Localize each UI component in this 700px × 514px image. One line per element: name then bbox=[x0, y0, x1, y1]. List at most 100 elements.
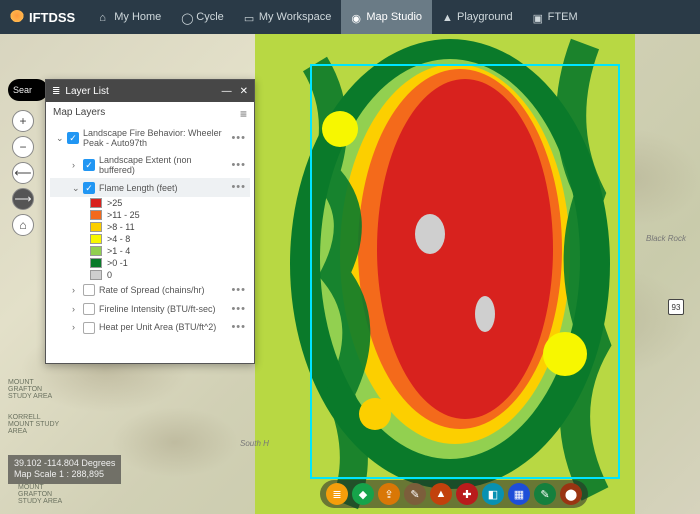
legend-swatch bbox=[90, 222, 102, 232]
search-placeholder: Sear bbox=[13, 85, 32, 95]
map-label-peak: South H bbox=[240, 439, 269, 448]
layer-ros-checkbox[interactable] bbox=[83, 284, 95, 296]
search-input[interactable]: Sear bbox=[8, 79, 48, 101]
nav-label: Cycle bbox=[196, 11, 224, 23]
coord-scale: Map Scale 1 : 288,895 bbox=[14, 469, 115, 481]
layer-list-panel: ≣ Layer List — ✕ Map Layers ≡ ⌄ ✓ Landsc… bbox=[45, 79, 255, 364]
prev-extent-button[interactable]: ⟵ bbox=[12, 162, 34, 184]
legend-row: >11 - 25 bbox=[90, 209, 250, 221]
coord-degrees: 39.102 -114.804 Degrees bbox=[14, 458, 115, 470]
legend-row: >8 - 11 bbox=[90, 221, 250, 233]
caret-down-icon[interactable]: ⌄ bbox=[56, 133, 63, 143]
map-label-area3: MOUNT GRAFTON STUDY AREA bbox=[18, 484, 73, 505]
dock-legend-button[interactable]: ◆ bbox=[352, 483, 374, 505]
legend-swatch bbox=[90, 234, 102, 244]
layer-fireline-intensity[interactable]: › Fireline Intensity (BTU/ft-sec) ••• bbox=[50, 300, 250, 319]
legend-swatch bbox=[90, 258, 102, 268]
globe-icon: ◉ bbox=[351, 12, 362, 23]
layers-icon: ≣ bbox=[52, 86, 60, 97]
layer-flame-label: Flame Length (feet) bbox=[99, 183, 225, 193]
fire-behavior-overlay bbox=[255, 34, 635, 514]
nav-label: My Home bbox=[114, 11, 161, 23]
layer-heat-per-unit-area[interactable]: › Heat per Unit Area (BTU/ft^2) ••• bbox=[50, 318, 250, 337]
dock-basemap-button[interactable]: ▦ bbox=[508, 483, 530, 505]
legend-swatch bbox=[90, 210, 102, 220]
map-label-rock: Black Rock bbox=[646, 234, 686, 243]
zoom-in-button[interactable]: + bbox=[12, 110, 34, 132]
dock-simulation-button[interactable]: ▲ bbox=[430, 483, 452, 505]
layer-extent-label: Landscape Extent (non buffered) bbox=[99, 155, 225, 176]
layer-hpa-label: Heat per Unit Area (BTU/ft^2) bbox=[99, 322, 225, 332]
layer-options-icon[interactable]: ≡ bbox=[240, 107, 247, 121]
nav-cycle[interactable]: ◯ Cycle bbox=[171, 0, 234, 34]
layer-list-header[interactable]: ≣ Layer List — ✕ bbox=[46, 80, 254, 102]
nav-label: Playground bbox=[457, 11, 513, 23]
nav-label: FTEM bbox=[548, 11, 578, 23]
brand-icon bbox=[10, 10, 24, 24]
ftem-icon: ▣ bbox=[533, 12, 544, 23]
legend-row: 0 bbox=[90, 269, 250, 281]
dock-upload-button[interactable]: ⇪ bbox=[378, 483, 400, 505]
legend-swatch bbox=[90, 198, 102, 208]
nav-my-workspace[interactable]: ▭ My Workspace bbox=[234, 0, 342, 34]
layer-root-label: Landscape Fire Behavior: Wheeler Peak - … bbox=[83, 128, 225, 149]
top-nav: IFTDSS ⌂ My Home ◯ Cycle ▭ My Workspace … bbox=[0, 0, 700, 34]
next-extent-button[interactable]: ⟶ bbox=[12, 188, 34, 210]
layer-extent[interactable]: › ✓ Landscape Extent (non buffered) ••• bbox=[50, 152, 250, 179]
zoom-out-button[interactable]: − bbox=[12, 136, 34, 158]
layer-ros-label: Rate of Spread (chains/hr) bbox=[99, 285, 225, 295]
legend-row: >0 -1 bbox=[90, 257, 250, 269]
minimize-icon[interactable]: — bbox=[222, 86, 232, 97]
map-tools-column: + − ⟵ ⟶ ⌂ bbox=[12, 110, 34, 236]
caret-right-icon[interactable]: › bbox=[72, 285, 79, 295]
layer-list-body[interactable]: Map Layers ≡ ⌄ ✓ Landscape Fire Behavior… bbox=[46, 102, 254, 363]
layer-ros-menu[interactable]: ••• bbox=[229, 284, 248, 297]
home-icon: ⌂ bbox=[99, 12, 110, 23]
dock-measure-button[interactable]: ✎ bbox=[534, 483, 556, 505]
flame-length-legend: >25 >11 - 25 >8 - 11 >4 - 8 >1 - 4 >0 -1… bbox=[50, 197, 250, 281]
dock-attribute-button[interactable]: ⬤ bbox=[560, 483, 582, 505]
layer-flame-length[interactable]: ⌄ ✓ Flame Length (feet) ••• bbox=[50, 178, 250, 197]
dock-layers-button[interactable]: ≣ bbox=[326, 483, 348, 505]
layer-root-menu[interactable]: ••• bbox=[229, 132, 248, 145]
map-label-area1: MOUNT GRAFTON STUDY AREA bbox=[8, 379, 63, 400]
caret-right-icon[interactable]: › bbox=[72, 160, 79, 170]
brand[interactable]: IFTDSS bbox=[10, 10, 75, 25]
dock-landscape-button[interactable]: ✎ bbox=[404, 483, 426, 505]
layer-hpa-checkbox[interactable] bbox=[83, 322, 95, 334]
dock-filter-button[interactable]: ◧ bbox=[482, 483, 504, 505]
layer-fli-checkbox[interactable] bbox=[83, 303, 95, 315]
layer-flame-menu[interactable]: ••• bbox=[229, 181, 248, 194]
layer-fli-label: Fireline Intensity (BTU/ft-sec) bbox=[99, 304, 225, 314]
caret-right-icon[interactable]: › bbox=[72, 322, 79, 332]
nav-playground[interactable]: ▲ Playground bbox=[432, 0, 523, 34]
nav-my-home[interactable]: ⌂ My Home bbox=[89, 0, 171, 34]
nav-map-studio[interactable]: ◉ Map Studio bbox=[341, 0, 432, 34]
layer-hpa-menu[interactable]: ••• bbox=[229, 321, 248, 334]
layer-flame-checkbox[interactable]: ✓ bbox=[83, 182, 95, 194]
legend-row: >25 bbox=[90, 197, 250, 209]
layer-root[interactable]: ⌄ ✓ Landscape Fire Behavior: Wheeler Pea… bbox=[50, 125, 250, 152]
layer-extent-menu[interactable]: ••• bbox=[229, 159, 248, 172]
home-extent-button[interactable]: ⌂ bbox=[12, 214, 34, 236]
layer-rate-of-spread[interactable]: › Rate of Spread (chains/hr) ••• bbox=[50, 281, 250, 300]
bottom-tool-dock: ≣ ◆ ⇪ ✎ ▲ ✚ ◧ ▦ ✎ ⬤ bbox=[320, 480, 588, 508]
map-label-area2: KORRELL MOUNT STUDY AREA bbox=[8, 414, 63, 435]
caret-down-icon[interactable]: ⌄ bbox=[72, 183, 79, 193]
legend-row: >1 - 4 bbox=[90, 245, 250, 257]
nav-ftem[interactable]: ▣ FTEM bbox=[523, 0, 588, 34]
cycle-icon: ◯ bbox=[181, 12, 192, 23]
brand-text: IFTDSS bbox=[29, 10, 75, 25]
map-canvas[interactable]: MOUNT GRAFTON STUDY AREA KORRELL MOUNT S… bbox=[0, 34, 700, 514]
caret-right-icon[interactable]: › bbox=[72, 304, 79, 314]
layer-fli-menu[interactable]: ••• bbox=[229, 303, 248, 316]
dock-edit-button[interactable]: ✚ bbox=[456, 483, 478, 505]
coordinate-display: 39.102 -114.804 Degrees Map Scale 1 : 28… bbox=[8, 455, 121, 484]
layer-extent-checkbox[interactable]: ✓ bbox=[83, 159, 95, 171]
layer-list-title: Layer List bbox=[65, 86, 108, 97]
nav-label: Map Studio bbox=[366, 11, 422, 23]
workspace-icon: ▭ bbox=[244, 12, 255, 23]
layer-root-checkbox[interactable]: ✓ bbox=[67, 132, 79, 144]
close-icon[interactable]: ✕ bbox=[240, 86, 248, 97]
map-layers-label: Map Layers bbox=[53, 107, 105, 121]
